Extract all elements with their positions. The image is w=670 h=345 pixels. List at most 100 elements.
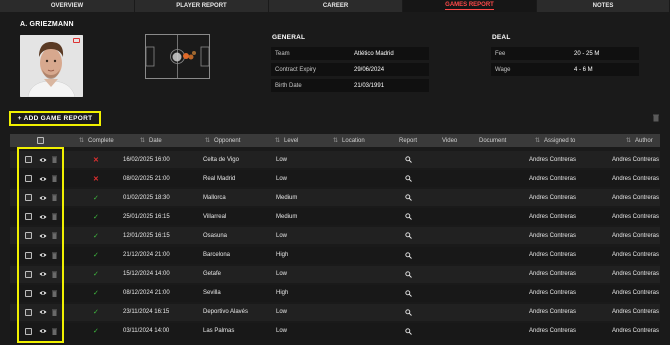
eye-icon[interactable] [39, 208, 47, 225]
search-icon[interactable] [405, 189, 412, 206]
eye-icon[interactable] [39, 304, 47, 321]
column-level[interactable]: ⇅ Level [275, 134, 298, 147]
row-assigned-to: Andres Contreras [529, 290, 577, 297]
search-icon[interactable] [405, 266, 412, 283]
tab-games-report[interactable]: GAMES REPORT [403, 0, 537, 12]
eye-icon[interactable] [39, 227, 47, 244]
eye-icon[interactable] [39, 247, 47, 264]
row-assigned-to: Andres Contreras [529, 156, 577, 163]
row-checkbox[interactable] [25, 170, 32, 187]
table-row[interactable]: ✓ 12/01/2025 16:15 Osasuna Low Andres Contre… [10, 227, 660, 245]
search-icon[interactable] [405, 170, 412, 187]
search-icon[interactable] [405, 151, 412, 168]
tab-player-report[interactable]: PLAYER REPORT [135, 0, 269, 12]
trash-icon[interactable] [52, 189, 57, 206]
table-row[interactable]: ✓ 15/12/2024 14:00 Getafe Low Andres Contrer… [10, 265, 660, 283]
column-document[interactable]: Document [479, 134, 506, 147]
trash-icon[interactable] [52, 266, 57, 283]
sort-icon: ⇅ [626, 138, 632, 144]
row-level: Medium [276, 213, 298, 220]
table-row[interactable]: ✓ 01/02/2025 18:30 Mallorca Medium Andres Co… [10, 189, 660, 207]
general-team-row: Team Atlético Madrid [271, 47, 429, 60]
table-row[interactable]: ✓ 23/11/2024 16:15 Deportivo Alavés Low Andr… [10, 303, 660, 321]
table-row[interactable]: ✓ 21/12/2024 21:00 Barcelona High Andres Con… [10, 246, 660, 264]
search-icon[interactable] [405, 323, 412, 340]
row-date: 08/12/2024 21:00 [123, 290, 170, 297]
trash-icon[interactable] [52, 247, 57, 264]
row-opponent: Osasuna [203, 232, 228, 239]
eye-icon[interactable] [39, 285, 47, 302]
search-icon[interactable] [405, 227, 412, 244]
tab-career[interactable]: CAREER [269, 0, 403, 12]
table-row[interactable]: ✕ 08/02/2025 21:00 Real Madrid Low Andres Co… [10, 170, 660, 188]
row-checkbox[interactable] [25, 247, 32, 264]
tab-notes[interactable]: NOTES [537, 0, 670, 12]
eye-icon[interactable] [39, 323, 47, 340]
row-author: Andres Contreras [612, 328, 660, 335]
row-checkbox[interactable] [25, 304, 32, 321]
search-icon[interactable] [405, 247, 412, 264]
row-level: High [276, 252, 289, 258]
row-checkbox[interactable] [25, 227, 32, 244]
search-icon[interactable] [405, 304, 412, 321]
add-game-report-button[interactable]: + ADD GAME REPORT [9, 111, 101, 126]
row-checkbox[interactable] [25, 266, 32, 283]
row-date: 12/01/2025 16:15 [123, 232, 170, 239]
search-icon[interactable] [405, 208, 412, 225]
column-report[interactable]: Report [399, 134, 417, 147]
row-author: Andres Contreras [612, 175, 660, 182]
row-author: Andres Contreras [612, 309, 660, 316]
check-icon: ✓ [93, 232, 99, 240]
row-opponent: Getafe [203, 271, 222, 278]
row-level: Low [276, 175, 288, 182]
row-author: Andres Contreras [612, 213, 660, 220]
eye-icon[interactable] [39, 266, 47, 283]
flag-icon [73, 38, 80, 43]
sort-icon: ⇅ [79, 138, 85, 144]
trash-icon[interactable] [52, 208, 57, 225]
row-level: Medium [276, 194, 298, 201]
row-opponent: Mallorca [203, 194, 226, 201]
row-level: Low [276, 271, 288, 278]
row-date: 03/11/2024 14:00 [123, 328, 170, 335]
table-row[interactable]: ✓ 03/11/2024 14:00 Las Palmas Low Andres Con… [10, 322, 660, 340]
row-checkbox[interactable] [25, 323, 32, 340]
row-author: Andres Contreras [612, 194, 660, 201]
row-checkbox[interactable] [25, 189, 32, 206]
column-date[interactable]: ⇅ Date [140, 134, 162, 147]
sort-icon: ⇅ [535, 138, 541, 144]
trash-icon[interactable] [52, 227, 57, 244]
tab-overview[interactable]: OVERVIEW [0, 0, 135, 12]
table-row[interactable]: ✕ 16/02/2025 16:00 Celta de Vigo Low Andres … [10, 151, 660, 168]
trash-icon[interactable] [52, 323, 57, 340]
eye-icon[interactable] [39, 151, 47, 168]
eye-icon[interactable] [39, 170, 47, 187]
column-complete[interactable]: ⇅ Complete [79, 134, 114, 147]
row-checkbox[interactable] [25, 208, 32, 225]
column-video[interactable]: Video [442, 134, 457, 147]
column-location[interactable]: ⇅ Location [333, 134, 365, 147]
row-checkbox[interactable] [25, 151, 32, 168]
deal-wage-row: Wage 4 - 6 M [491, 63, 639, 76]
table-row[interactable]: ✓ 25/01/2025 16:15 Villarreal Medium Andres … [10, 208, 660, 226]
trash-icon[interactable] [52, 285, 57, 302]
table-row[interactable]: ✓ 08/12/2024 21:00 Sevilla High Andres Contr… [10, 284, 660, 302]
eye-icon[interactable] [39, 189, 47, 206]
trash-icon[interactable] [52, 151, 57, 168]
pitch-position-diagram [145, 34, 210, 79]
row-checkbox[interactable] [25, 285, 32, 302]
trash-icon[interactable] [52, 170, 57, 187]
column-opponent[interactable]: ⇅ Opponent [205, 134, 240, 147]
row-assigned-to: Andres Contreras [529, 309, 577, 316]
trash-icon[interactable] [653, 114, 659, 122]
row-author: Andres Contreras [612, 290, 660, 297]
select-all-checkbox[interactable] [37, 134, 44, 147]
column-author[interactable]: ⇅ Author [626, 134, 653, 147]
search-icon[interactable] [405, 285, 412, 302]
trash-icon[interactable] [52, 304, 57, 321]
row-date: 01/02/2025 18:30 [123, 194, 170, 201]
row-level: Low [276, 309, 288, 316]
column-assigned-to[interactable]: ⇅ Assigned to [535, 134, 575, 147]
row-opponent: Sevilla [203, 290, 221, 297]
cross-icon: ✕ [93, 156, 99, 164]
